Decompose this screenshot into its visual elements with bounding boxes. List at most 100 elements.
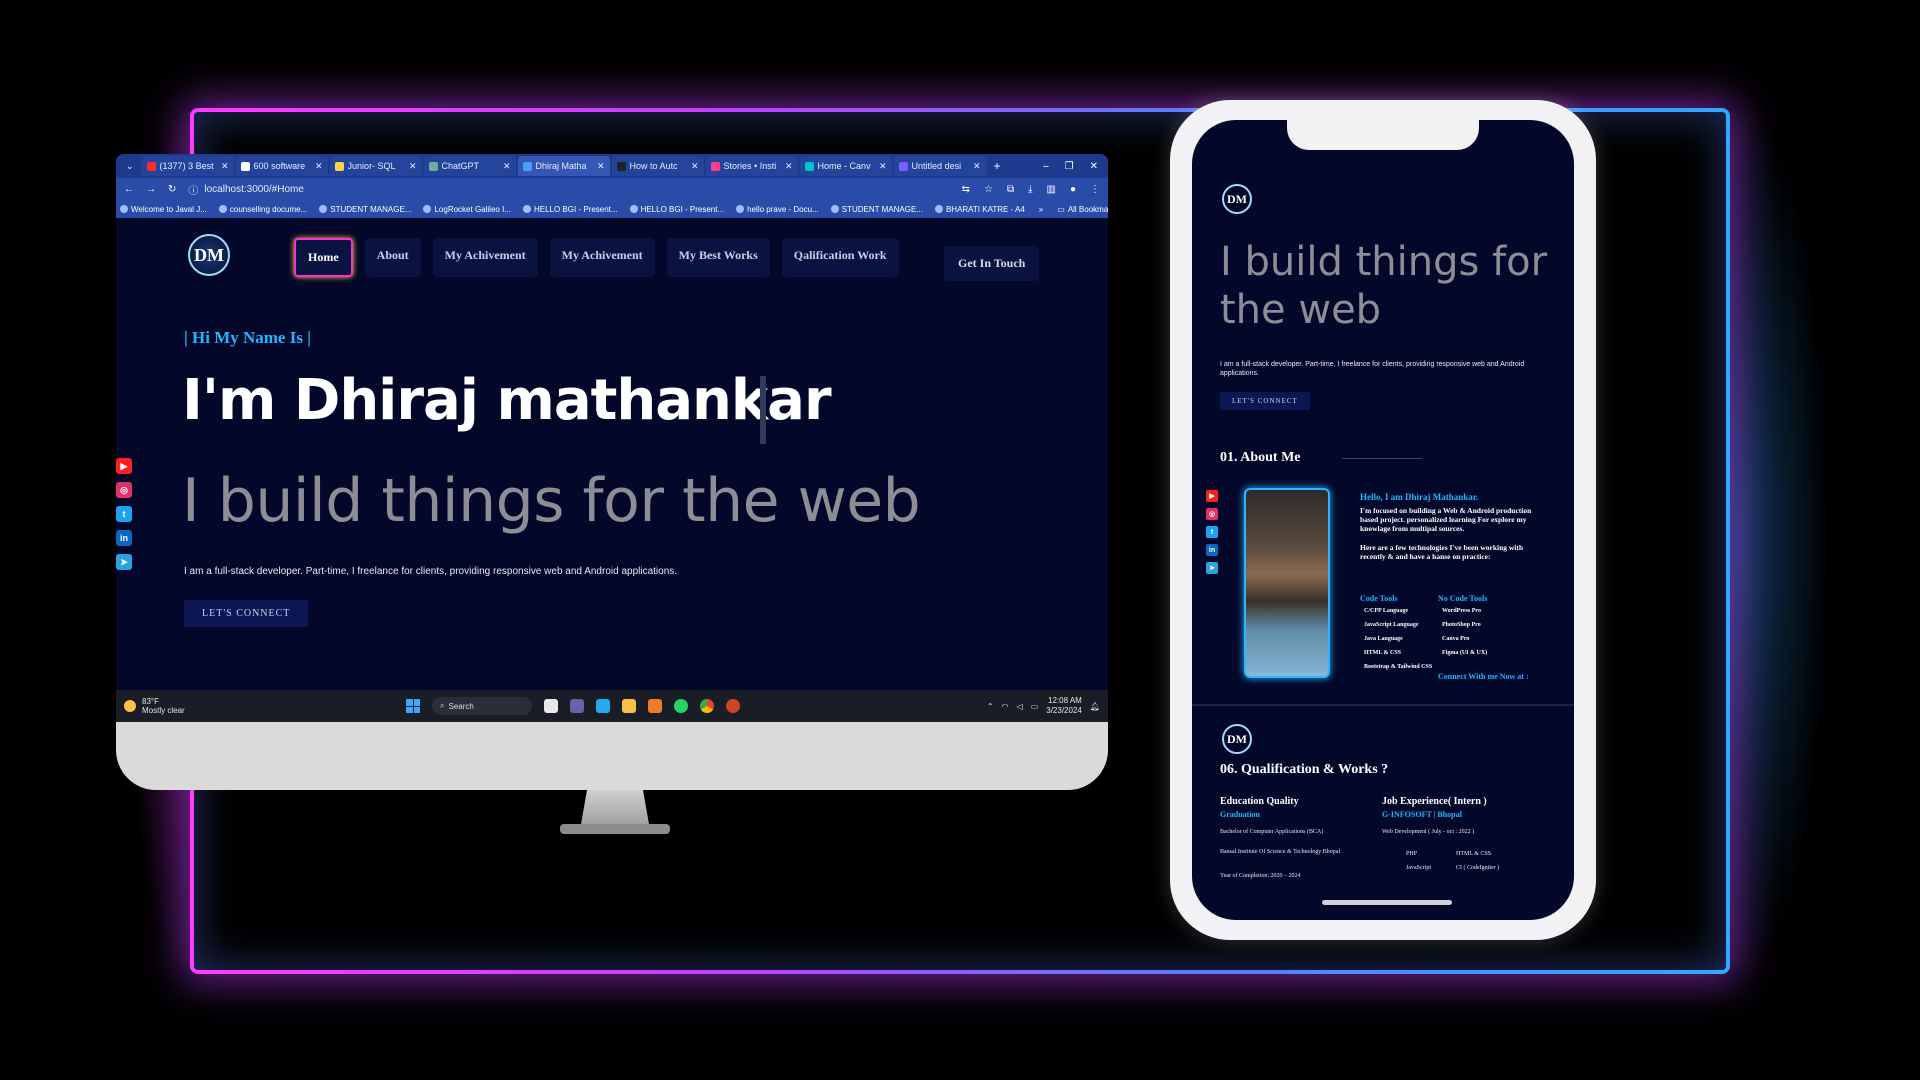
browser-tab[interactable]: (1377) 3 Best ✕ xyxy=(141,156,234,176)
code-tool-item: C/CPP Language xyxy=(1364,608,1409,614)
tab-label: Stories • Insti xyxy=(723,161,777,171)
twitter-icon[interactable]: t xyxy=(1206,526,1218,538)
instagram-icon[interactable]: ◎ xyxy=(1206,508,1218,520)
bookmark-star-icon[interactable]: ☆ xyxy=(984,184,993,195)
restore-icon[interactable]: ❐ xyxy=(1065,161,1074,172)
browser-tab[interactable]: How to Autc ✕ xyxy=(611,156,704,176)
bookmark-item[interactable]: HELLO BGI - Present... xyxy=(522,205,618,214)
nav-item[interactable]: My Best Works xyxy=(666,238,770,277)
tab-close-icon[interactable]: ✕ xyxy=(973,161,981,172)
telegram-icon[interactable]: ➤ xyxy=(116,554,132,570)
nav-item[interactable]: My Achivement xyxy=(549,238,655,277)
teams-icon[interactable] xyxy=(570,699,584,713)
notification-icon[interactable]: 🔔︎ xyxy=(1090,702,1100,711)
taskview-icon[interactable] xyxy=(544,699,558,713)
address-bar: ← → ↻ ⓘ localhost:3000/#Home ⇆ ☆ ⧉ ⤓ ▥ ●… xyxy=(116,178,1108,200)
bookmark-item[interactable]: STUDENT MANAGE... xyxy=(319,205,411,214)
browser-tab[interactable]: ChatGPT ✕ xyxy=(423,156,516,176)
bookmark-item[interactable]: counselling docume... xyxy=(218,205,307,214)
telegram-icon[interactable]: ➤ xyxy=(1206,562,1218,574)
tray-chevron-icon[interactable]: ⌃ xyxy=(987,702,994,711)
tab-favicon-icon xyxy=(334,161,344,171)
job-skill-item: CI ( CodeIgniter ) xyxy=(1456,865,1500,871)
linkedin-icon[interactable]: in xyxy=(116,530,132,546)
profile-icon[interactable]: ● xyxy=(1070,184,1076,195)
tab-close-icon[interactable]: ✕ xyxy=(879,161,887,172)
browser-tab[interactable]: 600 software ✕ xyxy=(235,156,328,176)
weather-widget[interactable]: 83°F Mostly clear xyxy=(116,697,406,715)
browser-tab[interactable]: Home - Canv ✕ xyxy=(799,156,892,176)
browser-tab[interactable]: Junior- SQL ✕ xyxy=(329,156,422,176)
tab-search-icon[interactable]: ⌄ xyxy=(120,161,140,172)
youtube-icon[interactable]: ▶ xyxy=(1206,490,1218,502)
app-orange-icon[interactable] xyxy=(648,699,662,713)
bookmark-item[interactable]: Welcome to Javal J... xyxy=(120,205,207,214)
nav-item[interactable]: About xyxy=(364,238,421,277)
menu-icon[interactable]: ⋮ xyxy=(1090,184,1100,195)
close-icon[interactable]: ✕ xyxy=(1090,161,1098,172)
url-field[interactable]: ⓘ localhost:3000/#Home xyxy=(188,182,949,197)
job-role: Web Development ( July - oct : 2022 ) xyxy=(1382,829,1475,835)
battery-icon[interactable]: ▭ xyxy=(1031,702,1039,711)
job-skill-item: HTML & CSS xyxy=(1456,851,1492,857)
sidepanel-icon[interactable]: ▥ xyxy=(1047,184,1056,195)
back-icon[interactable]: ← xyxy=(124,184,134,195)
tab-favicon-icon xyxy=(146,161,156,171)
tab-close-icon[interactable]: ✕ xyxy=(221,161,229,172)
all-bookmarks[interactable]: ▭ All Bookmarks xyxy=(1057,205,1108,214)
tab-close-icon[interactable]: ✕ xyxy=(691,161,699,172)
bookmark-item[interactable]: BHARATI KATRE - A4 xyxy=(934,205,1025,214)
whatsapp-icon[interactable] xyxy=(674,699,688,713)
tab-close-icon[interactable]: ✕ xyxy=(503,161,511,172)
instagram-icon[interactable]: ◎ xyxy=(116,482,132,498)
new-tab-button[interactable]: + xyxy=(988,159,1007,173)
reload-icon[interactable]: ↻ xyxy=(168,184,176,195)
bookmark-item[interactable]: LogRocket Galileo I... xyxy=(423,205,511,214)
no-code-tools-label: No Code Tools xyxy=(1438,594,1488,603)
wifi-icon[interactable]: ◠ xyxy=(1002,702,1009,711)
site-info-icon[interactable]: ⓘ xyxy=(188,182,198,197)
tab-label: Dhiraj Matha xyxy=(535,161,587,171)
twitter-icon[interactable]: t xyxy=(116,506,132,522)
translate-icon[interactable]: ⇆ xyxy=(962,184,970,195)
nav-item[interactable]: Home xyxy=(294,238,353,277)
lets-connect-button[interactable]: LET'S CONNECT xyxy=(184,600,309,627)
tab-close-icon[interactable]: ✕ xyxy=(597,161,605,172)
phone-site-logo-2[interactable]: DM xyxy=(1222,724,1252,754)
youtube-icon[interactable]: ▶ xyxy=(116,458,132,474)
linkedin-icon[interactable]: in xyxy=(1206,544,1218,556)
site-logo[interactable]: DM xyxy=(188,234,230,276)
bookmark-item[interactable]: STUDENT MANAGE... xyxy=(830,205,923,214)
powerpoint-icon[interactable] xyxy=(726,699,740,713)
tab-label: Home - Canv xyxy=(817,161,871,171)
phone-bio: I'm focused on building a Web & Android … xyxy=(1360,506,1532,561)
forward-icon[interactable]: → xyxy=(146,184,156,195)
start-icon[interactable] xyxy=(406,699,420,713)
chrome-icon[interactable] xyxy=(700,699,714,713)
tab-close-icon[interactable]: ✕ xyxy=(315,161,323,172)
bookmark-item[interactable]: hello prave - Docu... xyxy=(736,205,819,214)
bookmarks-overflow-icon[interactable]: » xyxy=(1039,205,1043,214)
browser-tab[interactable]: Stories • Insti ✕ xyxy=(705,156,798,176)
phone-lets-connect-button[interactable]: LET'S CONNECT xyxy=(1220,392,1310,410)
volume-icon[interactable]: ◁ xyxy=(1017,702,1023,711)
tab-favicon-icon xyxy=(522,161,532,171)
file-explorer-icon[interactable] xyxy=(622,699,636,713)
vscode-icon[interactable] xyxy=(596,699,610,713)
nav-item[interactable]: Qalification Work xyxy=(781,238,899,277)
bookmark-item[interactable]: HELLO BGI - Present... xyxy=(629,205,724,214)
phone-site-logo[interactable]: DM xyxy=(1222,184,1252,214)
get-in-touch-button[interactable]: Get In Touch xyxy=(944,246,1040,281)
minimize-icon[interactable]: – xyxy=(1043,161,1049,172)
nav-item[interactable]: My Achivement xyxy=(432,238,538,277)
download-icon[interactable]: ⤓ xyxy=(1028,184,1032,195)
tab-close-icon[interactable]: ✕ xyxy=(409,161,417,172)
code-tool-item: Bootstrap & Tailwind CSS xyxy=(1364,664,1433,670)
no-code-tool-item: Canva Pro xyxy=(1442,636,1470,642)
extensions-icon[interactable]: ⧉ xyxy=(1007,184,1014,195)
browser-tab[interactable]: Untitled desi ✕ xyxy=(893,156,986,176)
clock[interactable]: 12:08 AM 3/23/2024 xyxy=(1046,696,1082,717)
tab-close-icon[interactable]: ✕ xyxy=(785,161,793,172)
taskbar-search[interactable]: ⌕ Search xyxy=(432,697,532,715)
browser-tab[interactable]: Dhiraj Matha ✕ xyxy=(517,156,610,176)
